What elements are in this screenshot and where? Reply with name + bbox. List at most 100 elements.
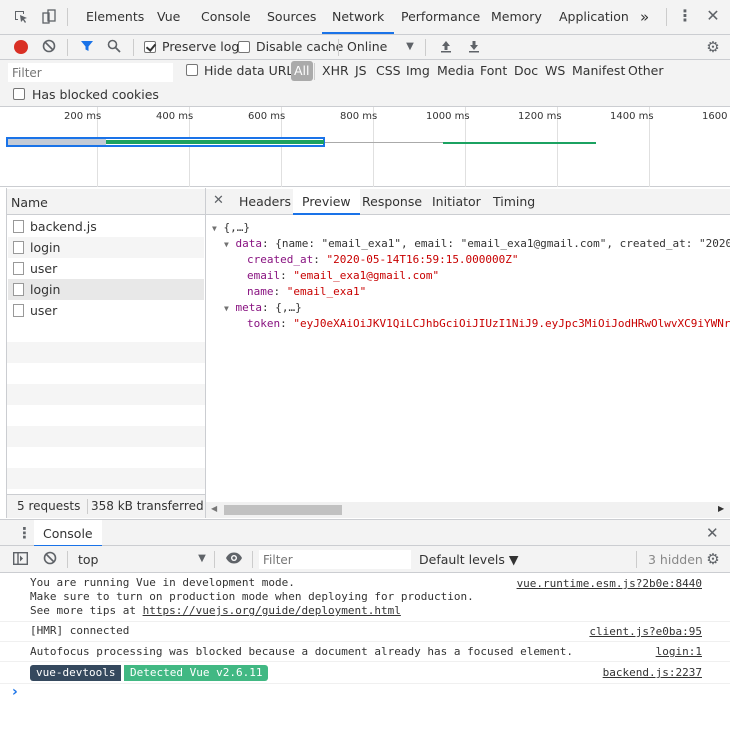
tab-headers[interactable]: Headers [239, 189, 291, 215]
search-icon[interactable] [106, 39, 122, 58]
scroll-left-icon[interactable]: ◀ [211, 504, 217, 513]
source-link[interactable]: backend.js:2237 [603, 666, 702, 679]
tab-vue[interactable]: Vue [157, 0, 180, 34]
request-row[interactable]: login [8, 237, 204, 258]
json-meta-node[interactable]: ▼ meta: {,…} [224, 300, 302, 317]
file-icon [13, 304, 24, 317]
console-input[interactable] [28, 686, 718, 746]
drawer-tab-console[interactable]: Console [34, 520, 102, 547]
record-icon[interactable] [14, 40, 28, 54]
json-root[interactable]: ▼ {,…} [212, 220, 250, 237]
source-link[interactable]: login:1 [656, 645, 702, 658]
disable-cache-label: Disable cache [256, 39, 344, 54]
request-list-header[interactable]: Name [7, 189, 205, 215]
tab-memory[interactable]: Memory [491, 0, 542, 34]
export-har-icon[interactable] [466, 39, 482, 58]
sidebar-toggle-icon[interactable] [12, 551, 28, 570]
preserve-log-checkbox[interactable] [144, 41, 156, 53]
devtools-tab-bar: Elements Vue Console Sources Network Per… [0, 0, 730, 35]
console-message-text: [HMR] connected [30, 624, 130, 637]
file-icon [13, 262, 24, 275]
device-toolbar-icon[interactable] [40, 9, 58, 30]
console-filter-input[interactable] [259, 550, 411, 569]
filter-icon[interactable] [79, 39, 95, 58]
timeline-tick: 200 ms [64, 111, 102, 122]
request-row-selected[interactable]: login [8, 279, 204, 300]
tab-timing[interactable]: Timing [493, 189, 535, 215]
json-name: name: "email_exa1" [247, 285, 367, 298]
source-link[interactable]: vue.runtime.esm.js?2b0e:8440 [517, 577, 702, 590]
json-preview[interactable]: ▼ {,…} ▼ data: {name: "email_exa1", emai… [206, 216, 730, 502]
context-select[interactable]: top [78, 552, 98, 567]
expand-triangle-icon[interactable]: ▼ [212, 224, 217, 233]
close-drawer-icon[interactable]: ✕ [706, 524, 719, 542]
inspect-element-icon[interactable] [12, 9, 30, 30]
log-levels-select[interactable]: Default levels ▼ [419, 552, 518, 567]
clear-console-icon[interactable] [42, 551, 58, 570]
name-column-header[interactable]: Name [11, 195, 48, 210]
scroll-right-icon[interactable]: ▶ [718, 504, 724, 513]
chevron-down-icon[interactable]: ▼ [196, 551, 208, 567]
timeline-bar-download [106, 140, 324, 144]
eye-icon[interactable] [224, 551, 244, 570]
hide-data-urls-label: Hide data URLs [204, 63, 300, 78]
timeline-bar-idle [325, 142, 443, 143]
tab-sources[interactable]: Sources [267, 0, 316, 34]
import-har-icon[interactable] [438, 39, 454, 58]
tab-application[interactable]: Application [559, 0, 629, 34]
filter-type-css[interactable]: CSS [376, 63, 401, 78]
expand-triangle-icon[interactable]: ▼ [224, 240, 229, 249]
filter-type-js[interactable]: JS [355, 63, 367, 78]
disable-cache-checkbox[interactable] [238, 41, 250, 53]
request-row[interactable]: user [8, 258, 204, 279]
source-link[interactable]: client.js?e0ba:95 [589, 625, 702, 638]
tab-console[interactable]: Console [201, 0, 251, 34]
filter-bar: Hide data URLs All XHR JS CSS Img Media … [0, 60, 730, 107]
filter-type-ws[interactable]: WS [545, 63, 565, 78]
tab-performance[interactable]: Performance [401, 0, 480, 34]
tab-elements[interactable]: Elements [86, 0, 144, 34]
json-email: email: "email_exa1@gmail.com" [247, 269, 440, 282]
console-message-text: You are running Vue in development mode.… [30, 576, 474, 617]
tab-preview[interactable]: Preview [293, 189, 360, 215]
filter-type-doc[interactable]: Doc [514, 63, 538, 78]
tab-initiator[interactable]: Initiator [432, 189, 481, 215]
json-data-node[interactable]: ▼ data: {name: "email_exa1", email: "ema… [224, 236, 730, 253]
horizontal-scrollbar[interactable]: ◀ ▶ [206, 502, 730, 518]
filter-type-manifest[interactable]: Manifest [572, 63, 625, 78]
expand-triangle-icon[interactable]: ▼ [224, 304, 229, 313]
file-icon [13, 241, 24, 254]
console-message: Autofocus processing was blocked because… [0, 642, 730, 662]
chevron-down-icon[interactable]: ▼ [404, 39, 416, 55]
request-list-empty [7, 321, 205, 494]
scrollbar-thumb[interactable] [224, 505, 342, 515]
network-settings-gear-icon[interactable]: ⚙ [705, 39, 721, 55]
deployment-link[interactable]: https://vuejs.org/guide/deployment.html [143, 604, 401, 617]
drawer-menu-icon[interactable]: ⋮ [17, 524, 32, 542]
close-detail-icon[interactable]: ✕ [213, 193, 224, 208]
clear-icon[interactable] [41, 39, 57, 58]
request-row[interactable]: user [8, 300, 204, 321]
filter-type-img[interactable]: Img [406, 63, 430, 78]
filter-type-xhr[interactable]: XHR [322, 63, 349, 78]
timeline-tick: 1200 ms [518, 111, 562, 122]
tab-response[interactable]: Response [362, 189, 422, 215]
tab-network[interactable]: Network [322, 0, 395, 34]
file-icon [13, 283, 24, 296]
filter-type-all[interactable]: All [291, 61, 313, 81]
filter-type-media[interactable]: Media [437, 63, 475, 78]
filter-type-other[interactable]: Other [628, 63, 664, 78]
kebab-menu-icon[interactable]: ⋮ [677, 8, 693, 24]
has-blocked-cookies-checkbox[interactable] [13, 88, 25, 100]
close-devtools-icon[interactable]: ✕ [705, 8, 721, 24]
throttling-select[interactable]: Online [347, 39, 387, 54]
hide-data-urls-checkbox[interactable] [186, 64, 198, 76]
request-row[interactable]: backend.js [8, 216, 204, 237]
filter-type-font[interactable]: Font [480, 63, 507, 78]
console-settings-gear-icon[interactable]: ⚙ [705, 551, 721, 567]
timeline-bar-waiting [8, 139, 106, 145]
timeline-tick: 800 ms [340, 111, 378, 122]
timeline-tick: 1000 ms [426, 111, 470, 122]
more-tabs-icon[interactable]: » [640, 0, 649, 34]
filter-input[interactable] [8, 63, 173, 82]
